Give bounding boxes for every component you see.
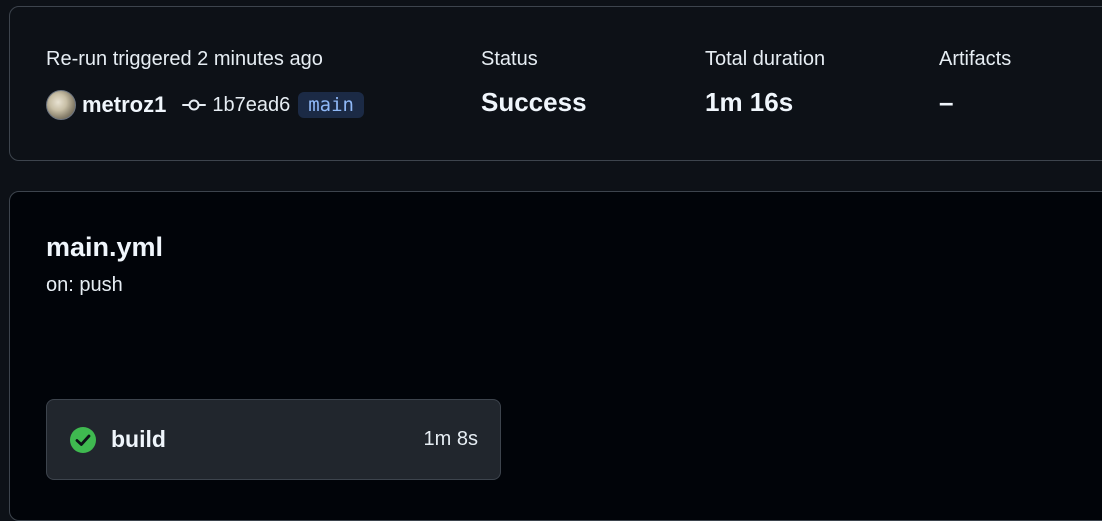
workflow-graph-panel: main.yml on: push build 1m 8s <box>9 191 1102 521</box>
trigger-details: metroz1 1b7ead6 main <box>46 88 364 122</box>
trigger-text: Re-run triggered 2 minutes ago <box>46 48 323 70</box>
status-label: Status <box>481 48 538 70</box>
run-summary-panel: Re-run triggered 2 minutes ago metroz1 1… <box>9 6 1102 161</box>
job-card-build[interactable]: build 1m 8s <box>46 399 501 480</box>
job-duration: 1m 8s <box>423 428 478 450</box>
branch-badge[interactable]: main <box>298 92 364 118</box>
artifacts-value: – <box>939 87 954 117</box>
artifacts-label: Artifacts <box>939 48 1012 70</box>
workflow-trigger: on: push <box>46 274 123 296</box>
avatar[interactable] <box>46 90 76 120</box>
check-circle-icon <box>69 426 97 454</box>
commit-sha-link[interactable]: 1b7ead6 <box>212 94 290 117</box>
actor-link[interactable]: metroz1 <box>82 92 166 118</box>
git-commit-icon <box>182 97 207 113</box>
status-value: Success <box>481 87 587 117</box>
duration-value: 1m 16s <box>705 87 794 117</box>
duration-label: Total duration <box>705 48 826 70</box>
job-name: build <box>111 426 166 452</box>
workflow-file-title[interactable]: main.yml <box>46 232 163 263</box>
